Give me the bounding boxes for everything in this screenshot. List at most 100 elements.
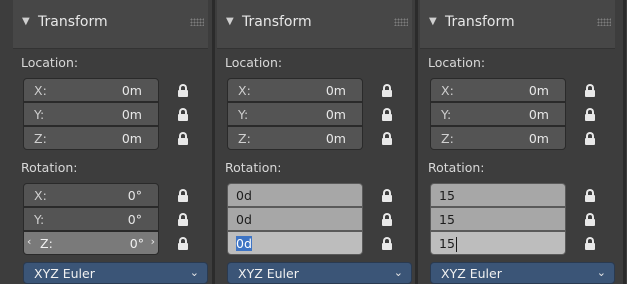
lock-icon[interactable] [585, 237, 595, 250]
rotation-mode-dropdown[interactable]: XYZ Euler ⌄ [430, 262, 615, 284]
axis-label: Z: [34, 131, 47, 146]
location-y-field[interactable]: Y: 0m [227, 102, 363, 126]
lock-icon[interactable] [178, 84, 188, 97]
panel-title: Transform [445, 14, 515, 30]
lock-icon[interactable] [585, 84, 595, 97]
location-label: Location: [428, 55, 486, 70]
rotation-mode-dropdown[interactable]: XYZ Euler ⌄ [227, 262, 412, 284]
field-value: 0° [129, 236, 144, 251]
dropdown-value: XYZ Euler [238, 266, 299, 281]
rotation-y-field[interactable]: Y: 0° [23, 207, 159, 231]
transform-panel: ▼ Transform Location: X: 0m Y: 0m Z: 0m … [217, 0, 412, 284]
transform-panel: ▼ Transform Location: X: 0m Y: 0m Z: 0m … [420, 0, 615, 284]
field-value: 0m [121, 107, 142, 122]
lock-icon[interactable] [585, 108, 595, 121]
panel-title: Transform [242, 14, 312, 30]
axis-label: X: [34, 188, 47, 203]
field-text: 0d [236, 236, 252, 251]
increment-arrow-icon[interactable]: › [151, 235, 155, 248]
field-text: 15 [439, 236, 457, 252]
panel-divider [212, 0, 215, 284]
decrement-arrow-icon[interactable]: ‹ [27, 235, 31, 248]
axis-label: X: [441, 83, 454, 98]
drag-grip-icon[interactable] [597, 18, 611, 26]
location-x-field[interactable]: X: 0m [430, 78, 566, 102]
panel-divider [415, 0, 418, 284]
location-z-field[interactable]: Z: 0m [227, 126, 363, 150]
field-value: 0m [121, 83, 142, 98]
field-value: 0m [528, 131, 549, 146]
rotation-mode-dropdown[interactable]: XYZ Euler ⌄ [23, 262, 208, 284]
rotation-x-text-field[interactable]: 0d [227, 183, 363, 207]
chevron-down-icon: ⌄ [596, 266, 606, 279]
lock-icon[interactable] [585, 189, 595, 202]
selected-text: 0d [236, 236, 252, 251]
collapse-triangle-icon[interactable]: ▼ [226, 16, 234, 27]
rotation-label: Rotation: [225, 160, 282, 175]
location-y-field[interactable]: Y: 0m [430, 102, 566, 126]
field-text: 15 [439, 188, 455, 203]
panel-title: Transform [38, 14, 108, 30]
field-value: 0m [121, 131, 142, 146]
location-x-field[interactable]: X: 0m [23, 78, 159, 102]
axis-label: Y: [34, 107, 45, 122]
chevron-down-icon: ⌄ [393, 266, 403, 279]
axis-label: Z: [238, 131, 251, 146]
lock-icon[interactable] [585, 132, 595, 145]
field-text: 0d [236, 188, 252, 203]
rotation-z-field[interactable]: ‹ Z: 0° › [23, 231, 159, 255]
axis-label: Y: [238, 107, 249, 122]
rotation-label: Rotation: [428, 160, 485, 175]
location-x-field[interactable]: X: 0m [227, 78, 363, 102]
lock-icon[interactable] [178, 132, 188, 145]
rotation-x-field[interactable]: X: 0° [23, 183, 159, 207]
lock-icon[interactable] [382, 189, 392, 202]
location-label: Location: [21, 55, 79, 70]
collapse-triangle-icon[interactable]: ▼ [429, 16, 437, 27]
left-margin [0, 0, 13, 284]
location-label: Location: [225, 55, 283, 70]
lock-icon[interactable] [178, 213, 188, 226]
panel-divider [623, 0, 626, 284]
text-cursor [455, 237, 457, 252]
lock-icon[interactable] [382, 132, 392, 145]
field-text: 0d [236, 212, 252, 227]
field-value: 0m [325, 107, 346, 122]
location-z-field[interactable]: Z: 0m [23, 126, 159, 150]
field-value: 0° [127, 212, 142, 227]
field-value: 0° [127, 188, 142, 203]
location-y-field[interactable]: Y: 0m [23, 102, 159, 126]
lock-icon[interactable] [382, 237, 392, 250]
rotation-y-text-field[interactable]: 15 [430, 207, 566, 231]
dropdown-value: XYZ Euler [34, 266, 95, 281]
panel-header[interactable]: ▼ Transform [13, 0, 208, 49]
panel-header[interactable]: ▼ Transform [420, 0, 615, 49]
field-value: 0m [528, 107, 549, 122]
drag-grip-icon[interactable] [394, 18, 408, 26]
panel-header[interactable]: ▼ Transform [217, 0, 412, 49]
lock-icon[interactable] [178, 189, 188, 202]
field-value: 0m [528, 83, 549, 98]
field-value: 0m [325, 83, 346, 98]
rotation-z-text-field[interactable]: 15 [430, 231, 566, 255]
field-text: 15 [439, 212, 455, 227]
collapse-triangle-icon[interactable]: ▼ [22, 16, 30, 27]
lock-icon[interactable] [382, 213, 392, 226]
location-z-field[interactable]: Z: 0m [430, 126, 566, 150]
chevron-down-icon: ⌄ [189, 266, 199, 279]
rotation-x-text-field[interactable]: 15 [430, 183, 566, 207]
rotation-z-text-field[interactable]: 0d [227, 231, 363, 255]
lock-icon[interactable] [585, 213, 595, 226]
field-value: 0m [325, 131, 346, 146]
lock-icon[interactable] [178, 237, 188, 250]
lock-icon[interactable] [382, 108, 392, 121]
axis-label: X: [238, 83, 251, 98]
dropdown-value: XYZ Euler [441, 266, 502, 281]
axis-label: Y: [441, 107, 452, 122]
drag-grip-icon[interactable] [190, 18, 204, 26]
lock-icon[interactable] [178, 108, 188, 121]
axis-label: Z: [40, 236, 53, 251]
rotation-y-text-field[interactable]: 0d [227, 207, 363, 231]
transform-panel: ▼ Transform Location: X: 0m Y: 0m Z: 0m … [13, 0, 208, 284]
lock-icon[interactable] [382, 84, 392, 97]
